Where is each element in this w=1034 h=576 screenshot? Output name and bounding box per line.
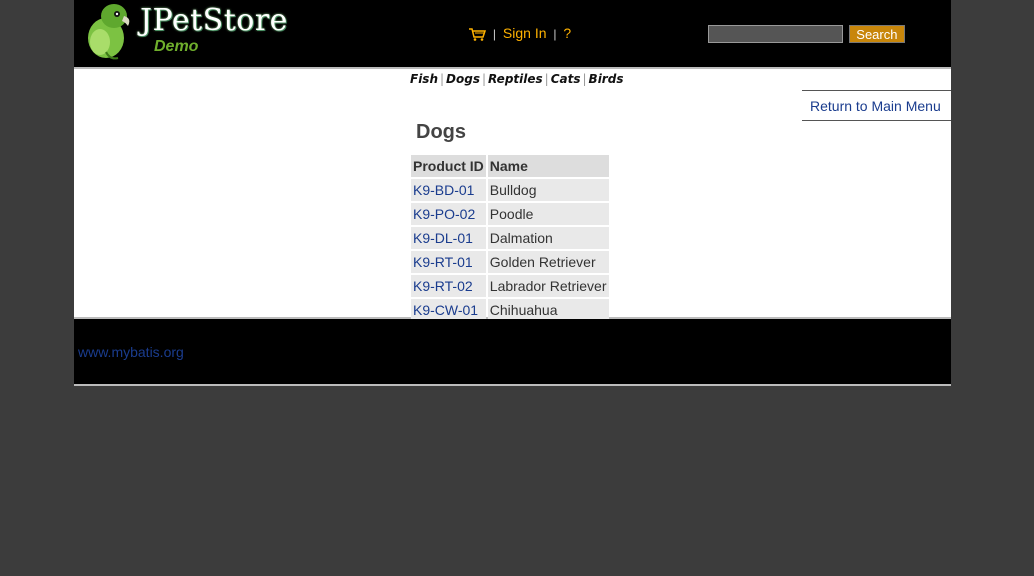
category-title: Dogs xyxy=(416,121,466,143)
return-to-main-menu-link[interactable]: Return to Main Menu xyxy=(810,98,941,114)
quicklink-dogs[interactable]: Dogs xyxy=(446,72,480,86)
quicklink-reptiles[interactable]: Reptiles xyxy=(488,72,543,86)
page-wrapper: JPetStore Demo | Sign In | ? Search Fish… xyxy=(74,0,951,386)
product-id-cell: K9-RT-02 xyxy=(411,275,486,297)
quicklink-birds[interactable]: Birds xyxy=(589,72,624,86)
quicklink-cats[interactable]: Cats xyxy=(551,72,581,86)
table-row: K9-RT-02 Labrador Retriever xyxy=(411,275,609,297)
product-name-cell: Poodle xyxy=(487,203,609,225)
quicklink-separator: | xyxy=(481,72,487,86)
product-name-cell: Bulldog xyxy=(487,179,609,201)
logo[interactable]: JPetStore Demo xyxy=(82,2,292,60)
logo-subtitle: Demo xyxy=(154,38,199,55)
logo-title: JPetStore xyxy=(140,3,288,38)
table-row: K9-CW-01 Chihuahua xyxy=(411,299,609,321)
product-id-cell: K9-CW-01 xyxy=(411,299,486,321)
product-id-cell: K9-PO-02 xyxy=(411,203,486,225)
table-row: K9-PO-02 Poodle xyxy=(411,203,609,225)
mybatis-link[interactable]: www.mybatis.org xyxy=(78,344,184,360)
product-name-cell: Dalmation xyxy=(487,227,609,249)
column-header-product-id: Product ID xyxy=(411,155,486,177)
parrot-logo-icon xyxy=(88,4,130,60)
quicklink-separator: | xyxy=(440,72,445,86)
menu-separator: | xyxy=(553,27,557,41)
product-id-cell: K9-DL-01 xyxy=(411,227,486,249)
menu-separator: | xyxy=(492,27,497,41)
product-table: Product ID Name K9-BD-01 Bulldog K9-PO-0… xyxy=(409,153,611,323)
product-id-link[interactable]: K9-RT-02 xyxy=(413,278,473,294)
column-header-name: Name xyxy=(487,155,609,177)
product-id-cell: K9-BD-01 xyxy=(411,179,486,201)
table-row: K9-BD-01 Bulldog xyxy=(411,179,609,201)
product-name-cell: Chihuahua xyxy=(487,299,609,321)
search-button[interactable]: Search xyxy=(848,25,905,44)
search-input[interactable] xyxy=(708,25,843,44)
sign-in-link[interactable]: Sign In xyxy=(503,25,547,41)
product-name-cell: Golden Retriever xyxy=(487,251,609,273)
product-id-link[interactable]: K9-DL-01 xyxy=(413,230,473,246)
product-id-link[interactable]: K9-CW-01 xyxy=(413,302,478,318)
table-row: K9-RT-01 Golden Retriever xyxy=(411,251,609,273)
header-menu: | Sign In | ? xyxy=(468,25,571,42)
quicklink-separator: | xyxy=(544,72,549,86)
product-name-cell: Labrador Retriever xyxy=(487,275,609,297)
table-row: K9-DL-01 Dalmation xyxy=(411,227,609,249)
table-header-row: Product ID Name xyxy=(411,155,609,177)
product-id-link[interactable]: K9-PO-02 xyxy=(413,206,475,222)
product-id-cell: K9-RT-01 xyxy=(411,251,486,273)
category-quick-links: Fish | Dogs | Reptiles | Cats | Birds xyxy=(410,72,623,86)
header: JPetStore Demo | Sign In | ? Search xyxy=(74,0,951,67)
product-id-link[interactable]: K9-BD-01 xyxy=(413,182,474,198)
footer: www.mybatis.org xyxy=(74,319,951,386)
quicklink-separator: | xyxy=(582,72,587,86)
search-form: Search xyxy=(708,25,905,44)
quicklink-fish[interactable]: Fish xyxy=(410,72,438,86)
shopping-cart-icon[interactable] xyxy=(468,27,486,42)
product-id-link[interactable]: K9-RT-01 xyxy=(413,254,473,270)
main-content: Fish | Dogs | Reptiles | Cats | Birds Return to … xyxy=(74,67,951,321)
help-link[interactable]: ? xyxy=(563,25,571,41)
back-link-box: Return to Main Menu xyxy=(802,90,951,121)
